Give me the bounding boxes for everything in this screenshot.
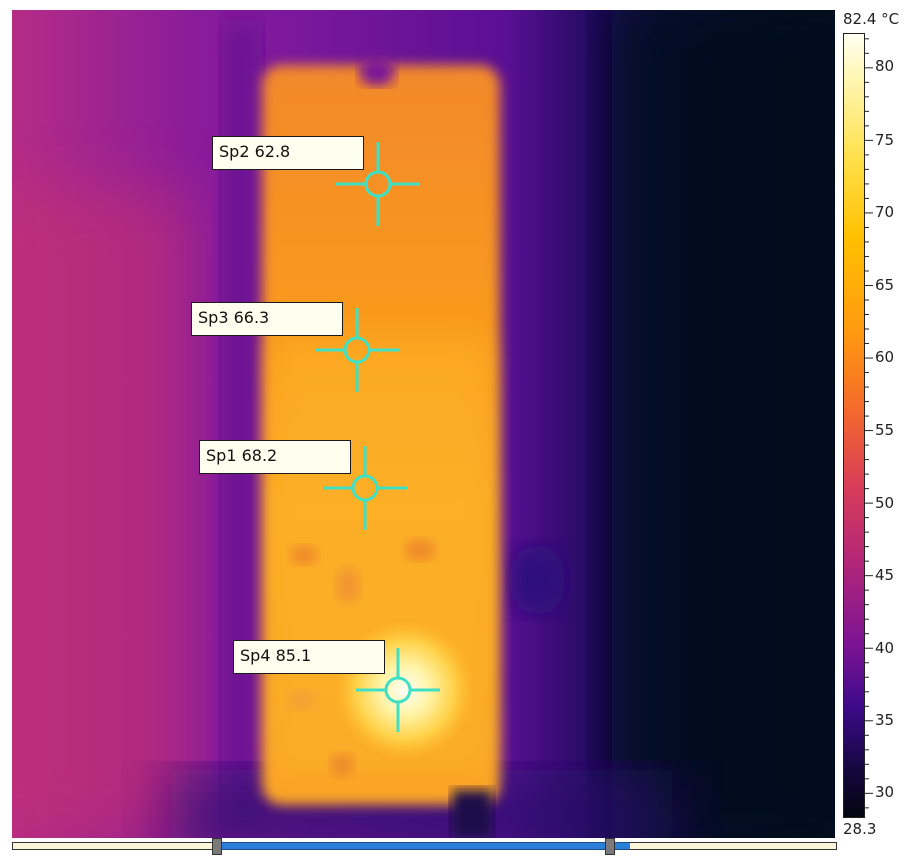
range-slider-high-handle[interactable] bbox=[605, 838, 615, 855]
colorbar-min-label: 28.3 bbox=[843, 820, 877, 838]
colorbar-tick: 55 bbox=[875, 421, 895, 439]
spot-marker-sp1[interactable] bbox=[322, 445, 408, 531]
colorbar-max-label: 82.4 °C bbox=[843, 10, 900, 28]
colorbar-tick: 80 bbox=[875, 57, 895, 75]
spot-marker-sp4[interactable] bbox=[355, 647, 441, 733]
colorbar-tick: 70 bbox=[875, 203, 895, 221]
colorbar-tick: 40 bbox=[875, 639, 895, 657]
colorbar-tick: 60 bbox=[875, 348, 895, 366]
colorbar bbox=[843, 33, 865, 818]
range-slider-low-handle[interactable] bbox=[212, 838, 222, 855]
colorbar-tick: 35 bbox=[875, 711, 895, 729]
colorbar-tick: 65 bbox=[875, 276, 895, 294]
colorbar-ticks bbox=[865, 38, 873, 809]
spot-marker-sp3[interactable] bbox=[314, 307, 400, 393]
spot-marker-sp2[interactable] bbox=[335, 141, 421, 227]
colorbar-tick: 75 bbox=[875, 131, 895, 149]
colorbar-tick: 30 bbox=[875, 783, 895, 801]
colorbar-tick: 50 bbox=[875, 494, 895, 512]
colorbar-tick: 45 bbox=[875, 566, 895, 584]
range-slider-selection bbox=[217, 842, 630, 850]
